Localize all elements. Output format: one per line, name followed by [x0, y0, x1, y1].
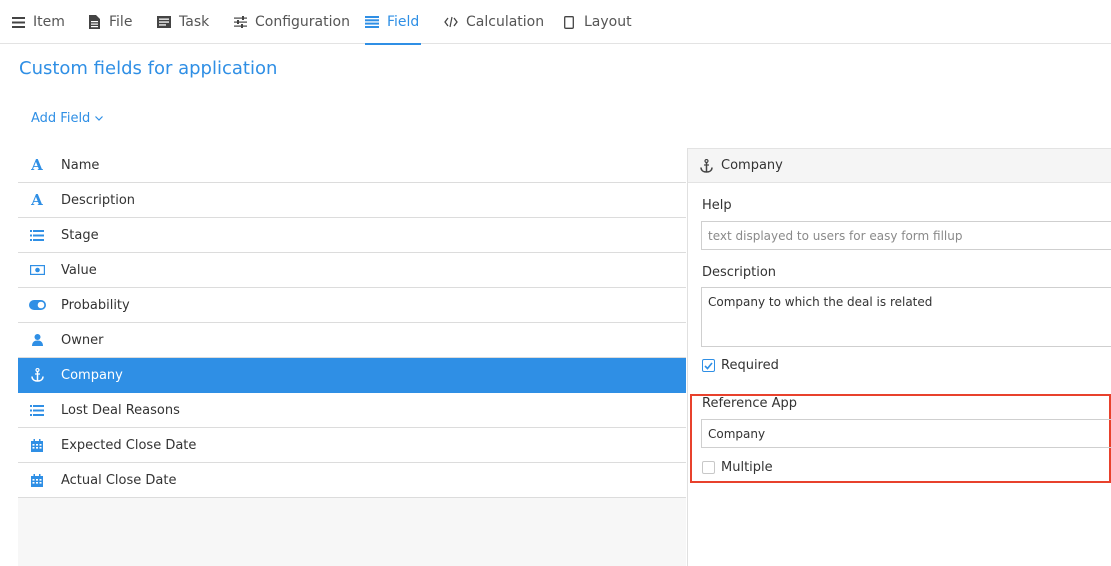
tab-configuration[interactable]: Configuration [233, 0, 350, 44]
calendar-icon [18, 473, 56, 487]
list-icon [365, 15, 379, 29]
required-checkbox[interactable] [702, 359, 715, 372]
field-row-value[interactable]: Value [18, 253, 686, 288]
tab-bar: Item File Task Configuration Field Calcu… [0, 0, 1111, 45]
description-textarea[interactable]: Company to which the deal is related [701, 287, 1111, 347]
tab-label: File [109, 14, 133, 30]
detail-title: Company [721, 158, 783, 173]
text-icon: A [31, 191, 43, 209]
reference-app-select[interactable]: Company [701, 419, 1111, 448]
detail-header: Company [688, 148, 1111, 183]
code-icon [444, 15, 458, 29]
file-icon [87, 15, 101, 29]
tab-label: Configuration [255, 14, 350, 30]
task-list-icon [157, 15, 171, 29]
description-label: Description [702, 265, 777, 280]
field-label: Description [61, 192, 136, 208]
field-label: Company [61, 367, 123, 383]
field-row-probability[interactable]: Probability [18, 288, 686, 323]
tab-field[interactable]: Field [365, 0, 422, 45]
tab-label: Calculation [466, 14, 545, 30]
field-label: Probability [61, 297, 130, 313]
tab-layout[interactable]: Layout [562, 0, 632, 44]
multiple-checkbox[interactable] [702, 461, 715, 474]
toggle-icon [18, 300, 56, 310]
multiple-label: Multiple [721, 460, 773, 475]
field-list: A Name A Description Stage Value Probabi… [18, 148, 686, 566]
tab-label: Item [33, 14, 65, 30]
tablet-icon [562, 15, 576, 29]
field-label: Owner [61, 332, 104, 348]
field-detail-panel: Company Help text displayed to users for… [687, 148, 1111, 566]
text-icon: A [31, 156, 43, 174]
tab-task[interactable]: Task [157, 0, 209, 44]
multiple-checkbox-row[interactable]: Multiple [702, 460, 773, 475]
field-label: Actual Close Date [61, 472, 177, 488]
help-input[interactable]: text displayed to users for easy form fi… [701, 221, 1111, 250]
list-icon [18, 229, 56, 241]
tab-item[interactable]: Item [11, 0, 65, 44]
tab-label: Field [387, 14, 420, 30]
field-label: Value [61, 262, 97, 278]
field-label: Expected Close Date [61, 437, 197, 453]
page-title: Custom fields for application [19, 58, 278, 79]
required-checkbox-row[interactable]: Required [702, 358, 779, 373]
field-row-owner[interactable]: Owner [18, 323, 686, 358]
calendar-icon [18, 438, 56, 452]
tab-calculation[interactable]: Calculation [444, 0, 544, 44]
field-label: Lost Deal Reasons [61, 402, 180, 418]
field-label: Stage [61, 227, 99, 243]
field-row-name[interactable]: A Name [18, 148, 686, 183]
user-icon [18, 334, 56, 346]
add-field-label: Add Field [31, 111, 91, 126]
field-row-lost-deal-reasons[interactable]: Lost Deal Reasons [18, 393, 686, 428]
field-row-stage[interactable]: Stage [18, 218, 686, 253]
anchor-icon [18, 368, 56, 382]
list-icon [18, 404, 56, 416]
tab-label: Task [179, 14, 210, 30]
menu-icon [11, 15, 25, 29]
field-row-expected-close-date[interactable]: Expected Close Date [18, 428, 686, 463]
help-label: Help [702, 198, 732, 213]
sliders-icon [233, 15, 247, 29]
add-field-button[interactable]: Add Field [31, 111, 104, 126]
tab-file[interactable]: File [87, 0, 132, 44]
money-icon [18, 265, 56, 275]
field-row-description[interactable]: A Description [18, 183, 686, 218]
chevron-down-icon [95, 116, 104, 121]
anchor-icon [700, 158, 713, 173]
reference-app-label: Reference App [702, 396, 797, 411]
required-label: Required [721, 358, 779, 373]
tab-label: Layout [584, 14, 632, 30]
field-label: Name [61, 157, 100, 173]
field-row-company[interactable]: Company [18, 358, 686, 393]
field-row-actual-close-date[interactable]: Actual Close Date [18, 463, 686, 498]
